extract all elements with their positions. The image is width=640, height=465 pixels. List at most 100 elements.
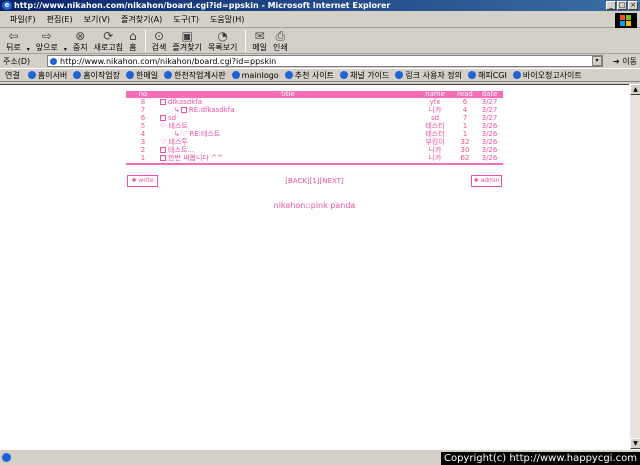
cell-title[interactable]: ♡ 테스트	[160, 122, 416, 130]
header-title: title	[281, 90, 295, 98]
link-item[interactable]: 채널 가이드	[340, 70, 389, 81]
table-row[interactable]: 4 ↳♡ RE:테스트 테스터 1 3/26	[126, 130, 503, 138]
menu-edit[interactable]: 편집(E)	[47, 14, 73, 25]
menu-view[interactable]: 보기(V)	[84, 14, 110, 25]
row-title-text[interactable]: sd	[168, 114, 176, 122]
forward-arrow-icon: ⇨	[41, 29, 52, 43]
stop-icon: ⊗	[75, 29, 86, 43]
menu-bar: 파일(F) 편집(E) 보기(V) 즐겨찾기(A) 도구(T) 도움말(H)	[0, 11, 640, 28]
link-item[interactable]: 바이오청고사이트	[512, 70, 582, 81]
menu-tools[interactable]: 도구(T)	[173, 14, 199, 25]
link-icon	[231, 71, 240, 79]
link-item[interactable]: 링크 사용자 정의	[395, 70, 462, 81]
printer-icon: ⎙	[275, 29, 286, 43]
row-title-text[interactable]: dfkasdkfa	[168, 98, 202, 106]
status-bar: Copyright(c) http://www.happycgi.com	[0, 449, 640, 465]
cell-no: 4	[140, 130, 146, 138]
table-row[interactable]: 1 한번 써봅니다 ^^ 니카 62 3/26	[126, 154, 503, 162]
forward-dropdown-icon[interactable]: ▾	[64, 46, 67, 53]
cell-title[interactable]: ♡ 테스투	[160, 138, 416, 146]
history-button[interactable]: ◔ 목록보기	[208, 30, 237, 53]
reply-arrow-icon: ↳	[174, 106, 180, 114]
refresh-button[interactable]: ⟳ 새로고침	[94, 30, 123, 53]
link-item[interactable]: mainlogo	[231, 71, 279, 80]
table-row[interactable]: 7 ↳ RE:dfkasdkfa 니카 4 3/27	[126, 106, 503, 114]
address-url: http://www.nikahon.com/nikahon/board.cgi…	[60, 56, 277, 66]
toolbar-separator	[245, 30, 247, 52]
print-button[interactable]: ⎙ 인쇄	[273, 30, 288, 53]
forward-button[interactable]: ⇨ 앞으로	[36, 30, 58, 53]
favorites-button[interactable]: ▣ 즐겨찾기	[172, 30, 201, 53]
link-item[interactable]: 한천작업계시판	[164, 70, 226, 81]
cell-read: 1	[462, 130, 468, 138]
cell-date: 3/26	[481, 146, 498, 154]
link-icon	[73, 71, 82, 79]
pagination[interactable]: [BACK][1][NEXT]	[0, 177, 629, 185]
go-button[interactable]: ➜ 이동	[613, 56, 637, 67]
stop-button[interactable]: ⊗ 중지	[73, 30, 88, 53]
close-button[interactable]: ×	[628, 1, 638, 10]
link-item[interactable]: 추천 사이트	[284, 70, 334, 81]
cell-no: 7	[140, 106, 146, 114]
cell-name: 테스터	[425, 130, 445, 138]
maximize-button[interactable]: □	[617, 1, 627, 10]
table-row[interactable]: 3 ♡ 테스투 부킹이 32 3/26	[126, 138, 503, 146]
table-row[interactable]: 8 dfkasdkfa yfx 6 3/27	[126, 98, 503, 106]
link-icon	[512, 71, 521, 79]
minimize-button[interactable]: _	[606, 1, 616, 10]
cell-date: 3/27	[481, 98, 498, 106]
table-row[interactable]: 6 sd sd 7 3/27	[126, 114, 503, 122]
window-title: http://www.nikahon.com/nikahon/board.cgi…	[14, 1, 391, 10]
link-item[interactable]: 한메일	[126, 70, 158, 81]
row-title-text[interactable]: RE:테스트	[189, 130, 220, 138]
menu-file[interactable]: 파일(F)	[10, 14, 36, 25]
address-dropdown-icon[interactable]: ▾	[592, 56, 602, 66]
cell-no: 5	[140, 122, 146, 130]
cell-title[interactable]: ↳♡ RE:테스트	[160, 130, 416, 138]
link-icon	[468, 71, 476, 79]
back-arrow-icon: ⇦	[8, 29, 19, 43]
home-button[interactable]: ⌂ 홈	[129, 30, 137, 53]
menu-favorites[interactable]: 즐겨찾기(A)	[121, 14, 162, 25]
table-row[interactable]: 5 ♡ 테스트 테스터 1 3/26	[126, 122, 503, 130]
cell-no: 3	[140, 138, 146, 146]
link-item[interactable]: 홈이서버	[27, 70, 67, 81]
address-input[interactable]: http://www.nikahon.com/nikahon/board.cgi…	[47, 55, 603, 67]
cell-read: 32	[460, 138, 470, 146]
vertical-scrollbar[interactable]: ▲ ▼	[629, 84, 640, 449]
cell-date: 3/26	[481, 122, 498, 130]
link-item[interactable]: 홈이작업장	[73, 70, 120, 81]
home-icon: ⌂	[129, 29, 137, 43]
link-item[interactable]: 해피CGI	[468, 70, 507, 81]
row-title-text[interactable]: 테스트	[169, 122, 188, 130]
header-date: date	[481, 90, 498, 98]
cell-date: 3/26	[481, 130, 498, 138]
scroll-down-arrow-icon[interactable]: ▼	[630, 438, 640, 449]
back-button[interactable]: ⇦ 뒤로	[6, 30, 21, 53]
row-title-text[interactable]: 테스투	[169, 138, 188, 146]
menu-help[interactable]: 도움말(H)	[210, 14, 244, 25]
row-title-text[interactable]: 한번 써봅니다 ^^	[168, 154, 223, 162]
row-title-text[interactable]: 테스트...	[168, 146, 194, 154]
cell-title[interactable]: dfkasdkfa	[160, 98, 416, 106]
search-button[interactable]: ⊙ 검색	[152, 30, 167, 53]
board-header: no title name read date	[126, 91, 503, 98]
scroll-up-arrow-icon[interactable]: ▲	[630, 84, 640, 95]
table-row[interactable]: 2 테스트... 니카 30 3/26	[126, 146, 503, 154]
back-dropdown-icon[interactable]: ▾	[27, 46, 30, 53]
document-icon	[160, 147, 166, 153]
row-title-text[interactable]: RE:dfkasdkfa	[189, 106, 235, 114]
cell-date: 3/27	[481, 114, 498, 122]
admin-button[interactable]: ✱ admin	[471, 175, 502, 187]
cell-title[interactable]: ↳ RE:dfkasdkfa	[160, 106, 416, 114]
cell-title[interactable]: 테스트...	[160, 146, 416, 154]
cell-name: 니카	[428, 106, 442, 114]
mail-button[interactable]: ✉ 메일	[252, 30, 267, 53]
links-bar: 연결 홈이서버 홈이작업장 한메일 한천작업계시판 mainlogo 추천 사이…	[0, 68, 640, 82]
board-footer-link[interactable]: nikahon::pink panda	[0, 201, 629, 210]
cell-title[interactable]: sd	[160, 114, 416, 122]
links-label: 연결	[5, 70, 20, 80]
cell-title[interactable]: 한번 써봅니다 ^^	[160, 154, 416, 162]
cell-name: 부킹이	[425, 138, 445, 146]
favorites-icon: ▣	[181, 29, 193, 43]
